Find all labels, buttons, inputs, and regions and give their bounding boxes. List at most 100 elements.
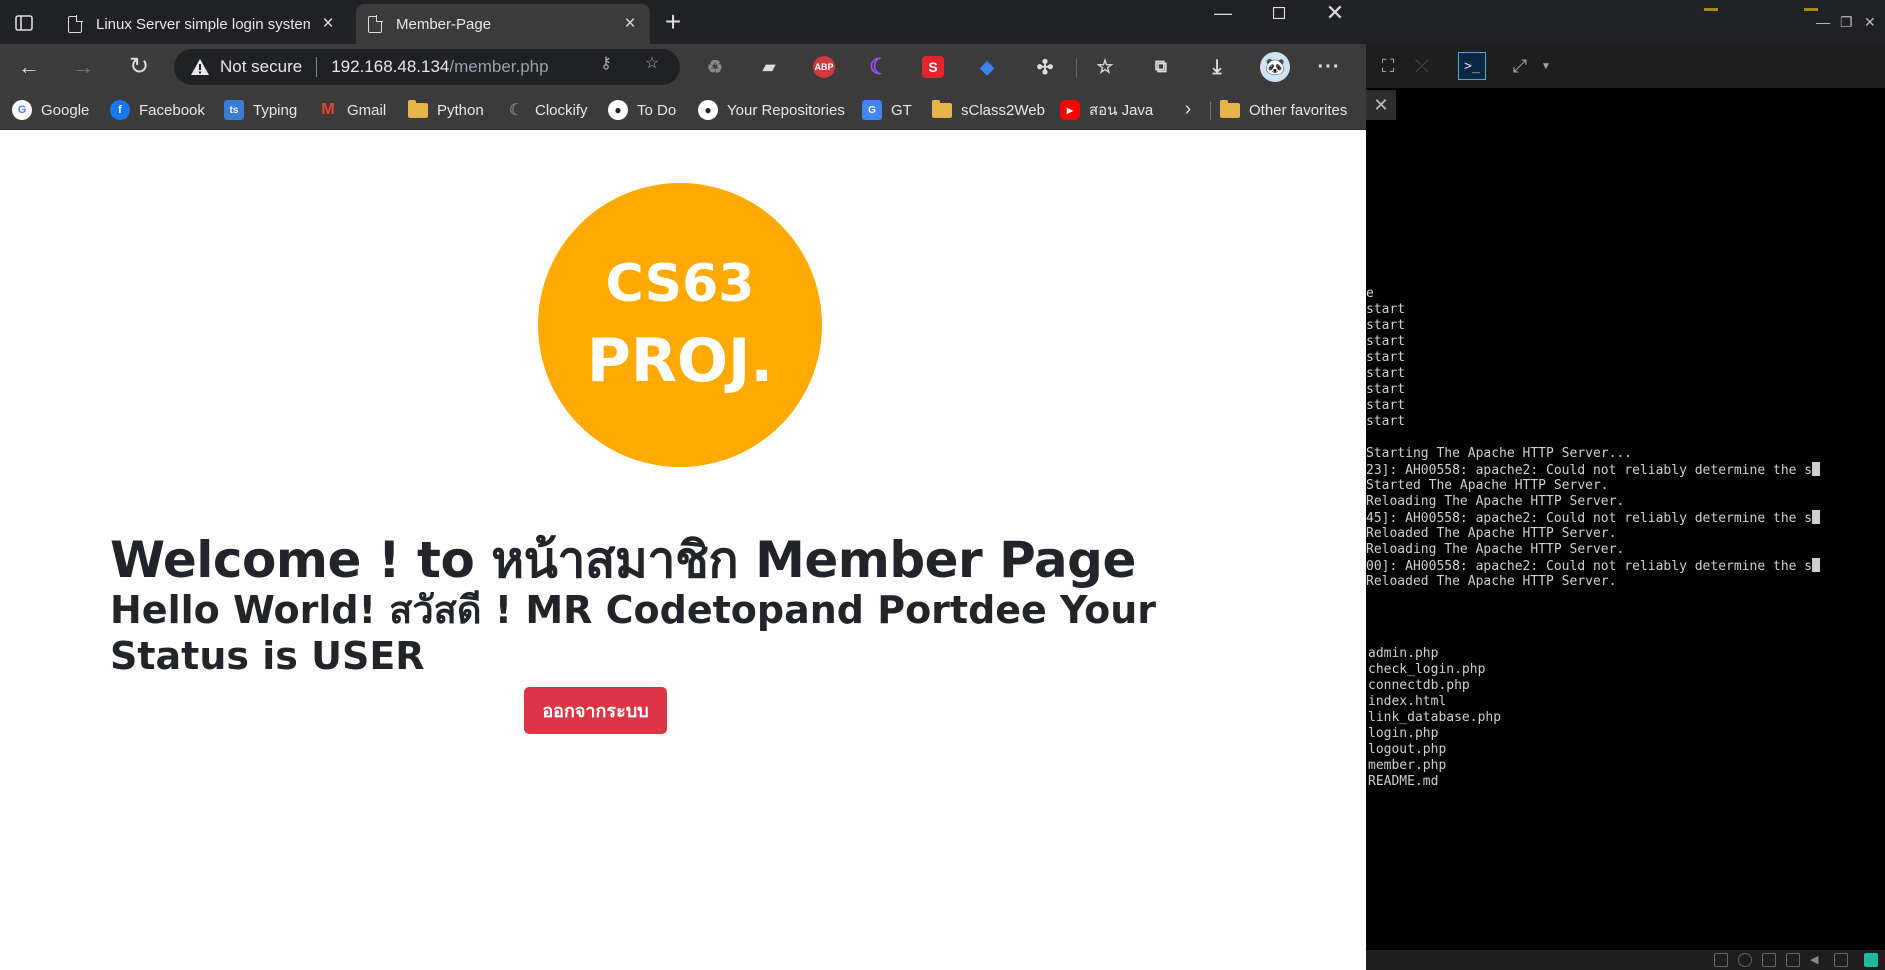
terminal-titlebar: — ❐ ✕ (1366, 0, 1885, 44)
terminal-line: start (1366, 366, 1406, 381)
file-listing: check_login.php (1368, 662, 1486, 677)
page-icon (68, 14, 83, 33)
tab-member-page[interactable]: Member-Page × (356, 4, 650, 44)
console-icon[interactable]: >_ (1458, 52, 1486, 80)
minimize-button[interactable]: — (1200, 0, 1246, 26)
key-icon[interactable]: ⚷ (596, 53, 616, 73)
terminal-tab-strip: ✕ (1366, 88, 1885, 124)
security-label[interactable]: Not secure (220, 57, 302, 77)
favorites-icon[interactable]: ☆ (1094, 56, 1116, 78)
divider (316, 57, 318, 77)
disc-icon (1738, 953, 1752, 967)
bookmark-gt[interactable]: G GT (862, 98, 912, 122)
terminal-toolbar: ⛶ ⤫ >_ ⤢ ▼ (1366, 44, 1885, 88)
network-icon (1762, 953, 1776, 967)
clockify-icon: ☾ (508, 102, 524, 119)
terminal-line: start (1366, 350, 1406, 365)
chevron-down-icon[interactable]: ▼ (1532, 52, 1560, 80)
close-icon[interactable]: × (622, 14, 638, 33)
fullscreen-icon[interactable]: ⤢ (1506, 52, 1534, 80)
extensions-icon[interactable]: ✣ (1034, 56, 1056, 79)
add-favorite-icon[interactable]: ☆ (642, 53, 662, 73)
logo-text: CS63 PROJ. (587, 254, 773, 396)
bookmark-clockify[interactable]: ☾ Clockify (506, 98, 588, 122)
bookmark-typing[interactable]: ts Typing (224, 98, 297, 122)
close-icon[interactable]: ✕ (1366, 90, 1396, 120)
tab-title: Linux Server simple login system (96, 15, 310, 33)
warning-icon[interactable] (190, 58, 210, 76)
drive-icon (1714, 953, 1728, 967)
terminal-line: Starting The Apache HTTP Server... (1366, 446, 1633, 461)
bookmark-google[interactable]: G Google (12, 98, 89, 122)
bookmark-python[interactable]: Python (408, 98, 484, 122)
tab-actions-icon[interactable] (10, 10, 38, 36)
close-icon[interactable]: × (320, 14, 336, 33)
bookmarks-bar: G Google f Facebook ts Typing M Gmail Py… (0, 90, 1366, 130)
bookmark-gmail[interactable]: M Gmail (318, 98, 386, 122)
terminal-window: — ❐ ✕ ⛶ ⤫ >_ ⤢ ▼ ✕ e start start start s… (1366, 0, 1885, 970)
url-host: 192.168.48.134 (331, 57, 450, 76)
bookmark-your-repositories[interactable]: ● Your Repositories (698, 98, 845, 122)
bookmark-label: Typing (253, 101, 298, 119)
bookmark-java[interactable]: ▶ สอน Java (1060, 98, 1153, 122)
facebook-icon: f (110, 100, 130, 120)
github-icon: ● (608, 100, 628, 120)
profile-avatar[interactable]: 🐼 (1260, 52, 1290, 82)
fit-window-icon[interactable]: ⛶ (1374, 52, 1402, 80)
cast-icon[interactable]: ▰ (758, 56, 780, 78)
maximize-button[interactable] (1256, 0, 1302, 26)
folder-icon (408, 99, 428, 118)
typing-icon: ts (224, 100, 244, 120)
collections-icon[interactable]: ⧉ (1150, 56, 1172, 78)
terminal-line-text: 45]: AH00558: apache2: Could not reliabl… (1366, 511, 1813, 526)
overflow-marker (1812, 462, 1821, 476)
google-icon: G (12, 100, 32, 120)
file-listing: index.html (1368, 694, 1447, 709)
tab-bar: Linux Server simple login system × Membe… (0, 0, 1366, 44)
logout-button[interactable]: ออกจากระบบ (524, 687, 667, 734)
bookmark-todo[interactable]: ● To Do (608, 98, 676, 122)
bookmark-label: Facebook (139, 101, 205, 119)
restore-button[interactable]: ❐ (1840, 14, 1853, 31)
back-button[interactable]: ← (14, 53, 44, 81)
github-icon: ● (698, 100, 718, 120)
tab-linux-server[interactable]: Linux Server simple login system × (56, 4, 348, 44)
close-window-button[interactable]: ✕ (1864, 14, 1876, 31)
bookmark-label: To Do (637, 101, 677, 119)
bookmark-sclass2web[interactable]: sClass2Web (932, 98, 1045, 122)
forward-button[interactable]: → (68, 53, 98, 81)
bookmark-label: GT (891, 101, 912, 119)
folder-icon (1220, 99, 1240, 118)
recycle-icon[interactable]: ♻ (704, 56, 726, 78)
adblock-icon[interactable]: ABP (813, 56, 835, 78)
project-logo: CS63 PROJ. (538, 183, 822, 467)
new-tab-button[interactable]: + (660, 8, 686, 36)
chevron-right-icon[interactable]: › (1178, 98, 1198, 122)
close-window-button[interactable]: ✕ (1312, 0, 1358, 26)
bookmark-label: Python (437, 101, 484, 119)
bookmark-label: Your Repositories (727, 101, 845, 119)
terminal-line-text: 23]: AH00558: apache2: Could not reliabl… (1366, 463, 1813, 478)
file-listing: logout.php (1368, 742, 1447, 757)
terminal-line: 23]: AH00558: apache2: Could not reliabl… (1366, 462, 1821, 478)
terminal-output[interactable]: e start start start start start start st… (1366, 124, 1885, 950)
bookmark-facebook[interactable]: f Facebook (110, 98, 205, 122)
file-listing: member.php (1368, 758, 1447, 773)
m-extension-icon[interactable]: ◆ (976, 56, 998, 78)
greeting-text: Hello World! สวัสดี ! MR Codetopand Port… (110, 588, 1156, 678)
dark-mode-icon[interactable]: ☾ (868, 54, 890, 79)
speaker-icon: ◀ (1810, 954, 1819, 966)
terminal-line: start (1366, 382, 1406, 397)
more-menu-icon[interactable]: ··· (1318, 56, 1340, 78)
terminal-line: start (1366, 414, 1406, 429)
tab-title: Member-Page (396, 15, 492, 33)
minimize-button[interactable]: — (1816, 14, 1830, 30)
bookmark-label: สอน Java (1089, 102, 1154, 119)
terminal-line: Reloaded The Apache HTTP Server. (1366, 526, 1617, 541)
bookmark-other-favorites[interactable]: Other favorites (1220, 98, 1347, 122)
downloads-icon[interactable]: ⤓ (1206, 56, 1228, 78)
logo-line2: PROJ. (587, 326, 773, 396)
reload-button[interactable]: ↻ (124, 53, 154, 81)
status-indicator-icon (1864, 953, 1878, 967)
s-extension-icon[interactable]: S (922, 56, 944, 78)
